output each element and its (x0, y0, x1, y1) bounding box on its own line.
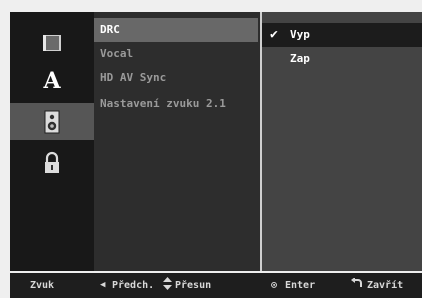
option-label: Vyp (290, 28, 310, 41)
lock-icon (45, 151, 59, 173)
category-sidebar: A (10, 12, 94, 271)
sidebar-item-language[interactable]: A (10, 62, 94, 99)
sidebar-item-audio[interactable] (10, 103, 94, 140)
sidebar-item-disc[interactable] (10, 24, 94, 61)
disc-icon (43, 34, 61, 51)
return-icon (351, 273, 363, 298)
checkmark-icon: ✔ (270, 27, 278, 42)
speaker-icon (44, 110, 60, 133)
prev-label: Předch. (112, 280, 155, 291)
enter-button-icon: ⊙ (271, 280, 278, 291)
sidebar-item-lock[interactable] (10, 144, 94, 181)
audio-settings-menu: DRC Vocal HD AV Sync Nastavení zvuku 2.1 (94, 12, 260, 271)
language-icon: A (43, 67, 61, 94)
up-down-arrows-icon (163, 273, 172, 298)
option-vyp[interactable]: ✔ Vyp (262, 23, 422, 47)
menu-item-vocal[interactable]: Vocal (94, 42, 258, 66)
option-zap[interactable]: Zap (262, 47, 422, 71)
drc-options-panel: ✔ Vyp Zap (260, 12, 422, 271)
menu-item-drc[interactable]: DRC (94, 18, 258, 42)
option-label: Zap (290, 52, 310, 65)
left-arrow-icon: ◀ (100, 280, 106, 290)
move-label: Přesun (175, 280, 212, 291)
menu-item-hd-av-sync[interactable]: HD AV Sync (94, 66, 258, 90)
menu-item-audio-2-1[interactable]: Nastavení zvuku 2.1 (94, 92, 258, 116)
section-label: Zvuk (30, 280, 55, 291)
close-label: Zavřít (367, 280, 404, 291)
enter-label: Enter (285, 280, 316, 291)
footer-bar: Zvuk ◀ Předch. Přesun ⊙ Enter Zavřít (10, 273, 422, 298)
